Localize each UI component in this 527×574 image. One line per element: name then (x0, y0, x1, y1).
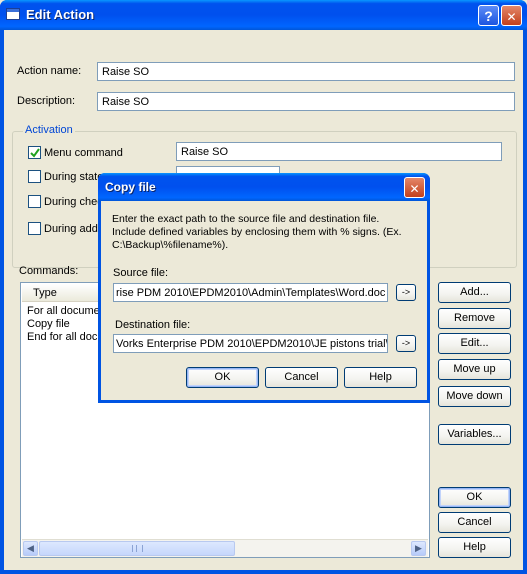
source-browse-button[interactable]: -> (396, 284, 416, 301)
checkmark-icon (30, 148, 40, 158)
dialog-ok-button[interactable]: OK (186, 367, 259, 388)
action-name-label: Action name: (17, 65, 82, 77)
menu-command-checkbox[interactable] (28, 146, 41, 159)
help-caption-button[interactable]: ? (478, 5, 499, 26)
action-name-input[interactable]: Raise SO (97, 62, 515, 81)
question-icon: ? (484, 8, 493, 24)
destination-file-label: Destination file: (115, 319, 191, 331)
scroll-right-button[interactable]: ▶ (411, 541, 426, 556)
dialog-help-button[interactable]: Help (344, 367, 417, 388)
during-state-checkbox[interactable] (28, 170, 41, 183)
move-up-button[interactable]: Move up (438, 359, 511, 380)
during-check-label: During chec (44, 196, 103, 208)
list-item[interactable]: End for all docu (27, 331, 103, 343)
dialog-client: Enter the exact path to the source file … (101, 201, 427, 400)
description-input[interactable]: Raise SO (97, 92, 515, 111)
close-caption-button[interactable]: ✕ (501, 5, 522, 26)
cancel-button[interactable]: Cancel (438, 512, 511, 533)
dialog-cancel-button[interactable]: Cancel (265, 367, 338, 388)
during-state-label: During state (44, 171, 104, 183)
move-down-button[interactable]: Move down (438, 386, 511, 407)
dialog-title: Copy file (105, 180, 156, 194)
list-item[interactable]: For all docume (27, 305, 100, 317)
scroll-left-button[interactable]: ◀ (23, 541, 38, 556)
activation-legend: Activation (23, 124, 75, 136)
ok-button[interactable]: OK (438, 487, 511, 508)
title-bar: Edit Action ? ✕ (0, 0, 527, 30)
window-icon (6, 8, 20, 20)
remove-button[interactable]: Remove (438, 308, 511, 329)
variables-button[interactable]: Variables... (438, 424, 511, 445)
dialog-close-button[interactable]: ✕ (404, 177, 425, 198)
edit-button[interactable]: Edit... (438, 333, 511, 354)
source-file-input[interactable]: rise PDM 2010\EPDM2010\Admin\Templates\W… (113, 283, 388, 302)
close-icon: ✕ (506, 10, 517, 24)
during-add-label: During add (44, 223, 98, 235)
commands-label: Commands: (19, 265, 79, 277)
list-item[interactable]: Copy file (27, 318, 70, 330)
during-check-checkbox[interactable] (28, 195, 41, 208)
chevron-left-icon: ◀ (27, 543, 34, 553)
dialog-title-bar: Copy file ✕ (98, 173, 430, 201)
window-title: Edit Action (26, 7, 95, 22)
horizontal-scrollbar[interactable]: ◀ ▶ (22, 539, 428, 557)
source-file-label: Source file: (113, 267, 169, 279)
description-label: Description: (17, 95, 76, 107)
chevron-right-icon: ▶ (415, 543, 422, 553)
help-button[interactable]: Help (438, 537, 511, 558)
copy-file-dialog: Copy file ✕ Enter the exact path to the … (98, 173, 430, 403)
scroll-thumb[interactable] (39, 541, 235, 556)
during-add-checkbox[interactable] (28, 222, 41, 235)
destination-browse-button[interactable]: -> (396, 335, 416, 352)
menu-command-input[interactable]: Raise SO (176, 142, 502, 161)
destination-file-input[interactable]: Vorks Enterprise PDM 2010\EPDM2010\JE pi… (113, 334, 388, 353)
close-icon: ✕ (409, 182, 420, 196)
dialog-instructions: Enter the exact path to the source file … (112, 213, 402, 251)
type-column-header[interactable]: Type (33, 287, 57, 299)
add-button[interactable]: Add... (438, 282, 511, 303)
menu-command-label: Menu command (44, 147, 123, 159)
